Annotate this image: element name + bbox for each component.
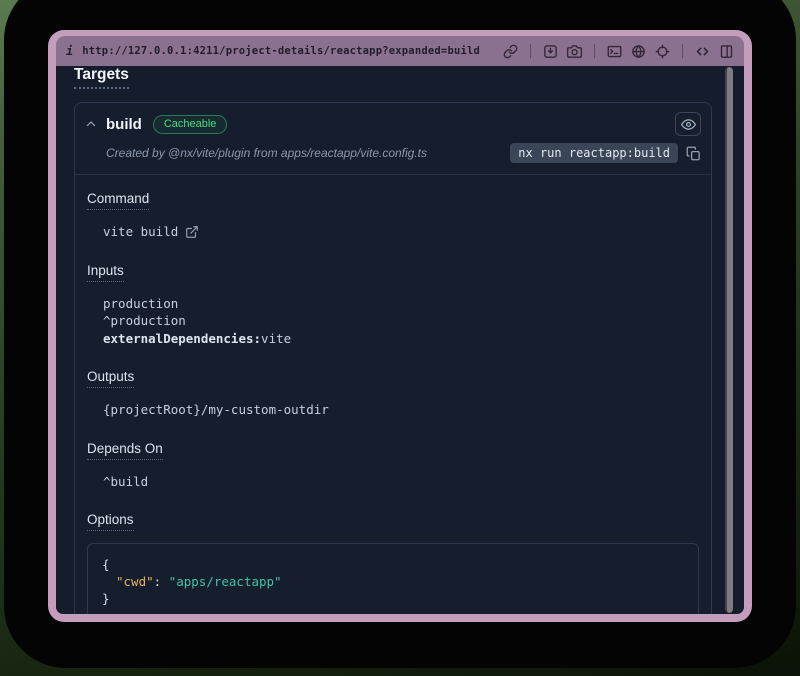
toolbar-actions	[503, 44, 734, 59]
target-name: build	[106, 116, 142, 133]
view-graph-button[interactable]	[675, 112, 701, 136]
toolbar-divider	[594, 44, 595, 58]
command-value: vite build	[103, 223, 178, 241]
toolbar-divider	[682, 44, 683, 58]
input-item: externalDependencies: vite	[103, 330, 699, 348]
run-command-chip: nx run reactapp:build	[510, 143, 678, 163]
camera-icon[interactable]	[567, 44, 582, 59]
outputs-label: Outputs	[87, 369, 134, 388]
scrollbar-thumb[interactable]	[725, 67, 733, 613]
build-card-header[interactable]: build Cacheable Created by @nx/vite/plug…	[75, 103, 711, 175]
input-item: production	[103, 295, 699, 313]
target-card-build: build Cacheable Created by @nx/vite/plug…	[74, 102, 712, 614]
copy-icon[interactable]	[686, 146, 701, 161]
inputs-section: Inputs production ^production externalDe…	[87, 262, 699, 348]
address-bar[interactable]: http://127.0.0.1:4211/project-details/re…	[82, 45, 480, 57]
page-title: Targets	[74, 66, 129, 89]
crosshair-icon[interactable]	[655, 44, 670, 59]
output-item: {projectRoot}/my-custom-outdir	[103, 401, 699, 419]
chevron-up-icon[interactable]	[85, 118, 97, 130]
cacheable-badge: Cacheable	[153, 115, 228, 134]
depends-on-label: Depends On	[87, 441, 163, 460]
link-icon[interactable]	[503, 44, 518, 59]
input-item: ^production	[103, 312, 699, 330]
created-by-text: Created by @nx/vite/plugin from apps/rea…	[106, 146, 427, 160]
outputs-section: Outputs {projectRoot}/my-custom-outdir	[87, 368, 699, 419]
options-section: Options {"cwd": "apps/reactapp"}	[87, 511, 699, 614]
browser-window: i http://127.0.0.1:4211/project-details/…	[48, 30, 752, 622]
options-label: Options	[87, 512, 134, 531]
json-string: "apps/reactapp"	[169, 574, 282, 589]
depends-on-item: ^build	[103, 473, 699, 491]
download-icon[interactable]	[543, 44, 558, 59]
toolbar-divider	[530, 44, 531, 58]
command-section: Command vite build	[87, 190, 699, 241]
browser-toolbar: i http://127.0.0.1:4211/project-details/…	[56, 36, 744, 66]
split-view-icon[interactable]	[719, 44, 734, 59]
code-icon[interactable]	[695, 44, 710, 59]
info-icon: i	[66, 44, 73, 58]
globe-icon[interactable]	[631, 44, 646, 59]
depends-on-section: Depends On ^build	[87, 440, 699, 491]
scrollbar-track[interactable]	[723, 66, 735, 614]
external-link-icon[interactable]	[185, 225, 199, 239]
inputs-label: Inputs	[87, 263, 124, 282]
command-label: Command	[87, 191, 149, 210]
page-content: Targets build Cacheable Created by @nx/v…	[56, 66, 744, 614]
json-key: "cwd"	[116, 574, 154, 589]
terminal-icon[interactable]	[607, 44, 622, 59]
build-card-body: Command vite build Inputs production	[75, 175, 711, 614]
options-json-block: {"cwd": "apps/reactapp"}	[87, 543, 699, 614]
